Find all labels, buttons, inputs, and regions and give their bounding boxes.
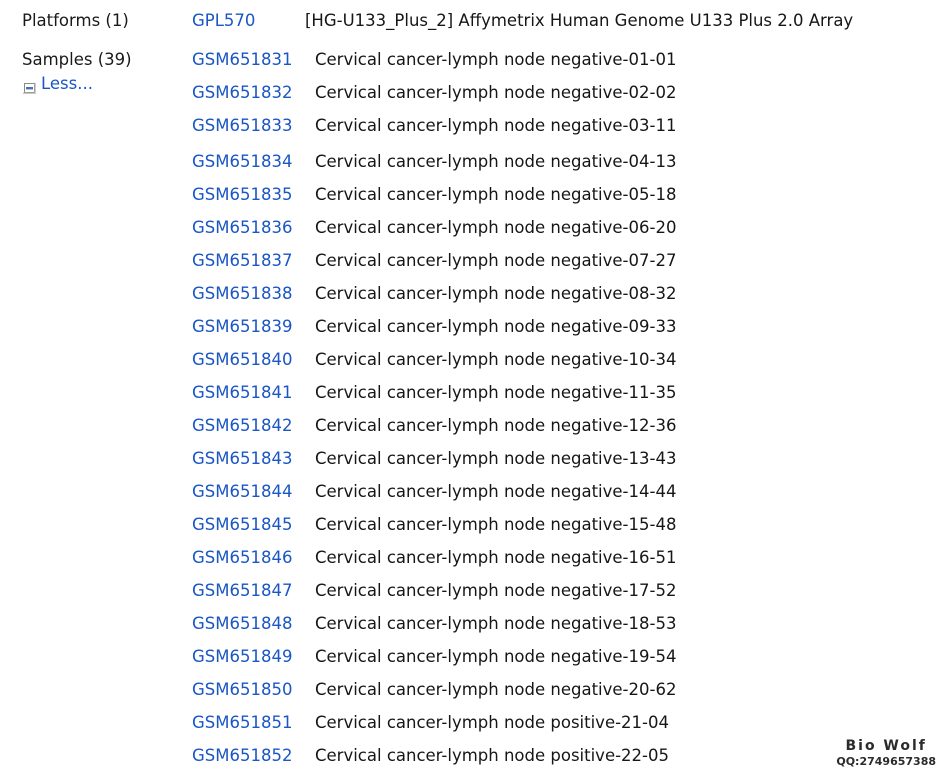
platform-entry: GPL570 [HG-U133_Plus_2] Affymetrix Human… (192, 10, 946, 32)
sample-description: Cervical cancer-lymph node negative-19-5… (315, 647, 677, 666)
sample-row: GSM651848 Cervical cancer-lymph node nega… (192, 613, 676, 646)
sample-row: GSM651841 Cervical cancer-lymph node nega… (192, 382, 676, 415)
samples-section: Samples (39) Less... GSM651831 Cervical c… (0, 32, 946, 778)
sample-accession-link[interactable]: GSM651848 (192, 613, 315, 635)
sample-row: GSM651845 Cervical cancer-lymph node nega… (192, 514, 676, 547)
geo-series-record: Platforms (1) GPL570 [HG-U133_Plus_2] Af… (0, 0, 946, 774)
sample-description: Cervical cancer-lymph node negative-11-3… (315, 383, 677, 402)
sample-description: Cervical cancer-lymph node negative-05-1… (315, 185, 677, 204)
sample-accession-link[interactable]: GSM651852 (192, 745, 315, 767)
sample-description: Cervical cancer-lymph node negative-04-1… (315, 152, 677, 171)
sample-accession-link[interactable]: GSM651850 (192, 679, 315, 701)
sample-description: Cervical cancer-lymph node negative-07-2… (315, 251, 677, 270)
platforms-section: Platforms (1) GPL570 [HG-U133_Plus_2] Af… (0, 0, 946, 32)
sample-accession-link[interactable]: GSM651831 (192, 49, 315, 71)
watermark-subtitle: QQ:2749657388 (836, 755, 936, 768)
sample-row: GSM651840 Cervical cancer-lymph node nega… (192, 349, 676, 382)
collapse-box-icon (23, 78, 36, 94)
sample-row: GSM651834 Cervical cancer-lymph node nega… (192, 151, 676, 184)
sample-description: Cervical cancer-lymph node negative-14-4… (315, 482, 677, 501)
sample-accession-link[interactable]: GSM651838 (192, 283, 315, 305)
sample-accession-link[interactable]: GSM651842 (192, 415, 315, 437)
sample-description: Cervical cancer-lymph node negative-10-3… (315, 350, 677, 369)
less-link-label[interactable]: Less... (41, 74, 93, 94)
samples-list: GSM651831 Cervical cancer-lymph node nega… (192, 49, 676, 778)
platforms-label: Platforms (1) (22, 11, 129, 30)
sample-accession-link[interactable]: GSM651839 (192, 316, 315, 338)
sample-accession-link[interactable]: GSM651847 (192, 580, 315, 602)
sample-row: GSM651831 Cervical cancer-lymph node nega… (192, 49, 676, 82)
watermark-title: Bio Wolf (845, 738, 927, 754)
sample-description: Cervical cancer-lymph node positive-22-0… (315, 746, 670, 765)
sample-description: Cervical cancer-lymph node negative-02-0… (315, 83, 677, 102)
sample-description: Cervical cancer-lymph node negative-01-0… (315, 50, 677, 69)
samples-label-column: Samples (39) Less... (0, 49, 192, 94)
sample-description: Cervical cancer-lymph node negative-17-5… (315, 581, 677, 600)
sample-description: Cervical cancer-lymph node negative-13-4… (315, 449, 677, 468)
sample-row: GSM651852 Cervical cancer-lymph node posi… (192, 745, 676, 778)
sample-row: GSM651836 Cervical cancer-lymph node nega… (192, 217, 676, 250)
samples-list-column: GSM651831 Cervical cancer-lymph node nega… (192, 49, 946, 778)
sample-description: Cervical cancer-lymph node negative-18-5… (315, 614, 677, 633)
sample-accession-link[interactable]: GSM651844 (192, 481, 315, 503)
sample-row: GSM651839 Cervical cancer-lymph node nega… (192, 316, 676, 349)
sample-accession-link[interactable]: GSM651851 (192, 712, 315, 734)
sample-accession-link[interactable]: GSM651849 (192, 646, 315, 668)
sample-row: GSM651833 Cervical cancer-lymph node nega… (192, 115, 676, 151)
sample-accession-link[interactable]: GSM651834 (192, 151, 315, 173)
sample-accession-link[interactable]: GSM651843 (192, 448, 315, 470)
sample-row: GSM651837 Cervical cancer-lymph node nega… (192, 250, 676, 283)
sample-row: GSM651851 Cervical cancer-lymph node posi… (192, 712, 676, 745)
sample-description: Cervical cancer-lymph node negative-15-4… (315, 515, 677, 534)
samples-label: Samples (39) (22, 50, 132, 69)
sample-row: GSM651838 Cervical cancer-lymph node nega… (192, 283, 676, 316)
sample-row: GSM651835 Cervical cancer-lymph node nega… (192, 184, 676, 217)
sample-accession-link[interactable]: GSM651832 (192, 82, 315, 104)
sample-row: GSM651847 Cervical cancer-lymph node nega… (192, 580, 676, 613)
sample-accession-link[interactable]: GSM651836 (192, 217, 315, 239)
sample-description: Cervical cancer-lymph node negative-16-5… (315, 548, 677, 567)
sample-description: Cervical cancer-lymph node positive-21-0… (315, 713, 670, 732)
sample-accession-link[interactable]: GSM651833 (192, 115, 315, 137)
sample-description: Cervical cancer-lymph node negative-20-6… (315, 680, 677, 699)
sample-row: GSM651850 Cervical cancer-lymph node nega… (192, 679, 676, 712)
sample-row: GSM651844 Cervical cancer-lymph node nega… (192, 481, 676, 514)
sample-accession-link[interactable]: GSM651845 (192, 514, 315, 536)
watermark: Bio Wolf QQ:2749657388 (836, 738, 936, 768)
sample-description: Cervical cancer-lymph node negative-06-2… (315, 218, 677, 237)
sample-accession-link[interactable]: GSM651835 (192, 184, 315, 206)
sample-accession-link[interactable]: GSM651846 (192, 547, 315, 569)
sample-row: GSM651843 Cervical cancer-lymph node nega… (192, 448, 676, 481)
sample-row: GSM651832 Cervical cancer-lymph node nega… (192, 82, 676, 115)
sample-description: Cervical cancer-lymph node negative-03-1… (315, 116, 677, 135)
sample-accession-link[interactable]: GSM651841 (192, 382, 315, 404)
sample-description: Cervical cancer-lymph node negative-08-3… (315, 284, 677, 303)
sample-description: Cervical cancer-lymph node negative-12-3… (315, 416, 677, 435)
samples-toggle-less[interactable]: Less... (23, 74, 93, 94)
sample-row: GSM651846 Cervical cancer-lymph node nega… (192, 547, 676, 580)
platform-accession-link[interactable]: GPL570 (192, 10, 305, 32)
sample-row: GSM651842 Cervical cancer-lymph node nega… (192, 415, 676, 448)
platform-title: [HG-U133_Plus_2] Affymetrix Human Genome… (305, 11, 854, 30)
sample-description: Cervical cancer-lymph node negative-09-3… (315, 317, 677, 336)
sample-accession-link[interactable]: GSM651840 (192, 349, 315, 371)
sample-accession-link[interactable]: GSM651837 (192, 250, 315, 272)
sample-row: GSM651849 Cervical cancer-lymph node nega… (192, 646, 676, 679)
